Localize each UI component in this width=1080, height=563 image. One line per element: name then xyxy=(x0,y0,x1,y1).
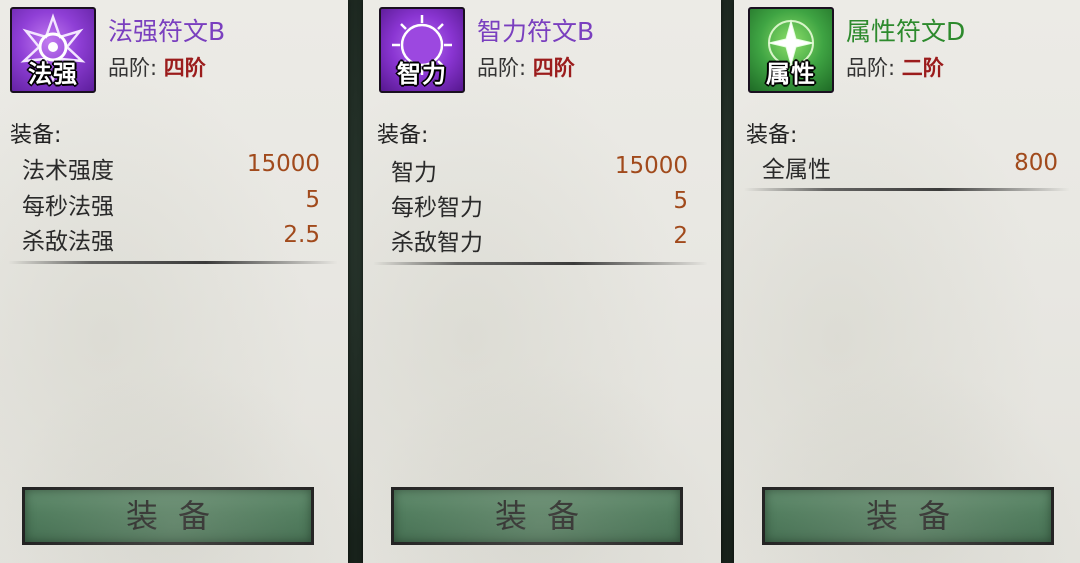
stat-name: 智力 xyxy=(391,160,437,186)
stat-name: 全属性 xyxy=(762,157,831,183)
stat-value: 800 xyxy=(1014,150,1058,176)
stat-name: 每秒法强 xyxy=(22,194,114,220)
section-divider xyxy=(8,261,338,264)
rune-card-attribute: 属性 属性符文D 品阶: 二阶 装备: 全属性 800 装备 xyxy=(734,0,1080,563)
rune-icon-label: 法强 xyxy=(28,60,78,88)
grade-label: 品阶: xyxy=(477,56,527,80)
equip-button-label: 装备 xyxy=(865,497,970,535)
stat-value: 2 xyxy=(673,223,688,249)
rune-name: 法强符文B xyxy=(108,17,226,46)
stat-name: 杀敌智力 xyxy=(391,230,483,256)
equip-section-title: 装备: xyxy=(377,123,429,148)
grade-row: 品阶: 二阶 xyxy=(846,52,944,82)
rune-name: 智力符文B xyxy=(477,17,595,46)
equip-button[interactable]: 装备 xyxy=(762,487,1054,545)
stat-name: 每秒智力 xyxy=(391,195,483,221)
equip-section-title: 装备: xyxy=(10,123,62,148)
grade-row: 品阶: 四阶 xyxy=(108,52,206,82)
grade-label: 品阶: xyxy=(846,56,896,80)
stat-value: 2.5 xyxy=(283,222,320,248)
spell-power-rune-icon: 法强 xyxy=(10,7,96,93)
grade-value: 四阶 xyxy=(163,56,206,80)
stat-value: 15000 xyxy=(614,153,688,179)
grade-value: 四阶 xyxy=(532,56,575,80)
rune-icon-label: 智力 xyxy=(397,60,447,88)
rune-name: 属性符文D xyxy=(846,17,966,46)
rune-card-spell-power: 法强 法强符文B 品阶: 四阶 装备: 法术强度 15000 每秒法强 5 杀敌… xyxy=(0,0,348,563)
equip-button-label: 装备 xyxy=(494,497,599,535)
stat-value: 15000 xyxy=(246,151,320,177)
stat-name: 杀敌法强 xyxy=(22,229,114,255)
intelligence-rune-icon: 智力 xyxy=(379,7,465,93)
grade-value: 二阶 xyxy=(901,56,944,80)
rune-card-intelligence: 智力 智力符文B 品阶: 四阶 装备: 智力 15000 每秒智力 5 杀敌智力… xyxy=(363,0,721,563)
section-divider xyxy=(373,262,708,265)
stat-name: 法术强度 xyxy=(22,158,114,184)
section-divider xyxy=(744,188,1070,191)
grade-row: 品阶: 四阶 xyxy=(477,52,575,82)
equip-section-title: 装备: xyxy=(746,123,798,148)
equip-button[interactable]: 装备 xyxy=(391,487,683,545)
rune-icon-label: 属性 xyxy=(766,60,816,88)
stat-value: 5 xyxy=(673,188,688,214)
attribute-rune-icon: 属性 xyxy=(748,7,834,93)
rune-comparison-screen: 法强 法强符文B 品阶: 四阶 装备: 法术强度 15000 每秒法强 5 杀敌… xyxy=(0,0,1080,563)
grade-label: 品阶: xyxy=(108,56,158,80)
stat-value: 5 xyxy=(305,187,320,213)
equip-button[interactable]: 装备 xyxy=(22,487,314,545)
equip-button-label: 装备 xyxy=(125,497,230,535)
